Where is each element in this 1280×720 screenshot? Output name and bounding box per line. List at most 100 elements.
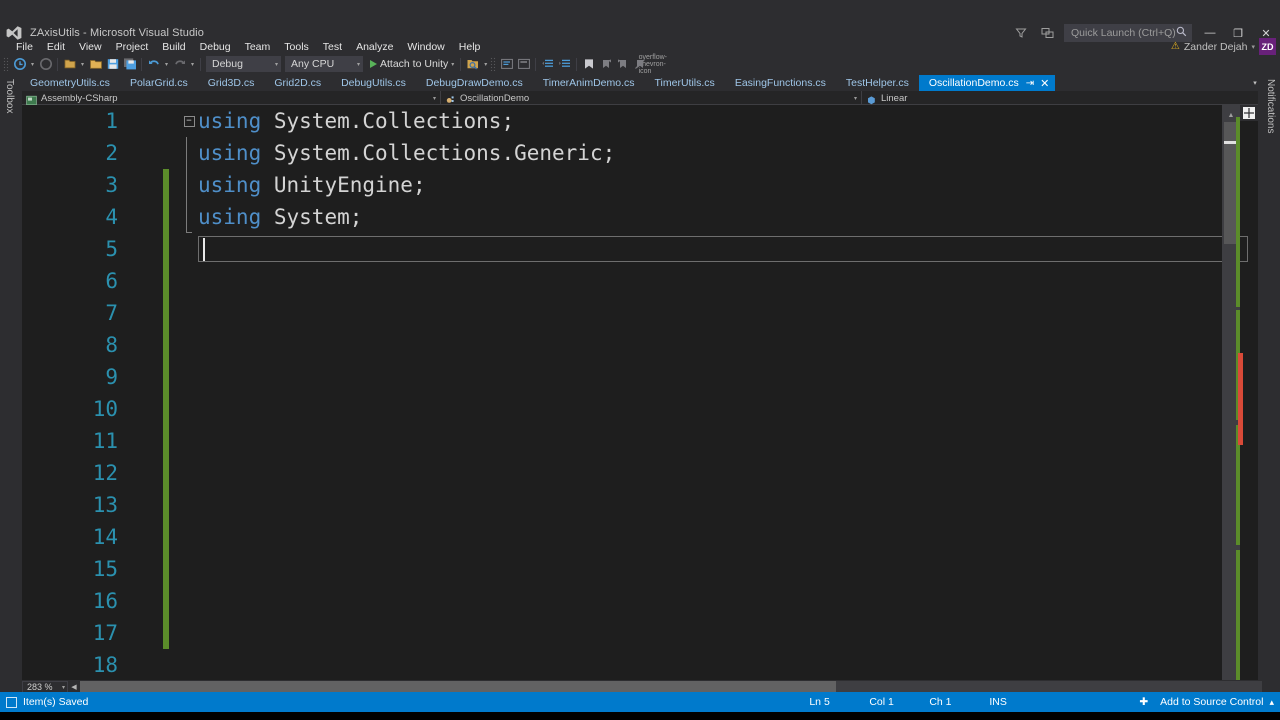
menu-item-file[interactable]: File (9, 40, 40, 54)
menu-item-team[interactable]: Team (238, 40, 278, 54)
code-text-area[interactable]: 1 − using System.Collections; 2 using Sy… (22, 105, 1248, 680)
increase-indent-icon[interactable] (556, 55, 573, 73)
tab-polargrid[interactable]: PolarGrid.cs (120, 75, 198, 91)
warning-triangle-icon[interactable]: ⚠ (1171, 41, 1180, 52)
start-debug-button[interactable]: Attach to Unity (380, 58, 448, 70)
prev-bookmark-icon[interactable] (597, 55, 614, 73)
namespace-token: System.Collections.Generic; (273, 141, 616, 165)
redo-icon[interactable] (171, 55, 188, 73)
tab-grid3d[interactable]: Grid3D.cs (198, 75, 265, 91)
toolbox-rail[interactable]: Toolbox (0, 73, 20, 685)
undo-icon[interactable] (145, 55, 162, 73)
account-name[interactable]: Zander Dejah (1184, 41, 1248, 53)
split-view-icon[interactable] (1240, 105, 1258, 121)
code-line[interactable]: 2 using System.Collections.Generic; (22, 137, 1222, 169)
code-line[interactable]: 7 (22, 297, 1222, 329)
menu-item-tools[interactable]: Tools (277, 40, 316, 54)
toolbar-grip[interactable] (3, 57, 9, 71)
navbar-type-dropdown[interactable]: OscillationDemo ▾ (441, 91, 861, 105)
add-to-source-control-button[interactable]: Add to Source Control (1154, 696, 1269, 708)
tab-timerutils[interactable]: TimerUtils.cs (645, 75, 725, 91)
code-line[interactable]: 15 (22, 553, 1222, 585)
code-line[interactable]: 8 (22, 329, 1222, 361)
next-bookmark-icon[interactable] (614, 55, 631, 73)
menu-item-analyze[interactable]: Analyze (349, 40, 400, 54)
editor-vertical-scrollbar[interactable]: ▲ (1222, 105, 1243, 680)
save-all-icon[interactable] (121, 55, 138, 73)
code-line-current[interactable]: 5 (22, 233, 1248, 265)
tab-debugutils[interactable]: DebugUtils.cs (331, 75, 416, 91)
avatar[interactable]: ZD (1259, 38, 1276, 55)
chevron-down-icon[interactable]: ▾ (1251, 43, 1255, 51)
notifications-rail[interactable]: Notifications (1262, 73, 1280, 685)
tab-timeranimdemo[interactable]: TimerAnimDemo.cs (533, 75, 645, 91)
close-tab-icon[interactable]: ✕ (1040, 77, 1049, 90)
code-line[interactable]: 18 (22, 649, 1222, 680)
code-line[interactable]: 10 (22, 393, 1222, 425)
play-icon[interactable] (370, 60, 377, 68)
namespace-token: UnityEngine; (273, 173, 426, 197)
decrease-indent-icon[interactable] (539, 55, 556, 73)
find-in-files-icon[interactable] (464, 55, 481, 73)
chevron-up-icon[interactable]: ▴ (1269, 697, 1280, 708)
menu-item-project[interactable]: Project (109, 40, 156, 54)
code-line[interactable]: 6 (22, 265, 1222, 297)
tab-grid2d[interactable]: Grid2D.cs (264, 75, 331, 91)
code-line[interactable]: 4 using System; (22, 201, 1222, 233)
tab-geometryutils[interactable]: GeometryUtils.cs (20, 75, 120, 91)
tab-oscillationdemo[interactable]: OscillationDemo.cs ⇥ ✕ (918, 75, 1056, 91)
menu-item-edit[interactable]: Edit (40, 40, 72, 54)
find-caret-icon[interactable]: ▾ (481, 61, 490, 68)
code-line[interactable]: 9 (22, 361, 1222, 393)
code-line[interactable]: 14 (22, 521, 1222, 553)
menu-item-debug[interactable]: Debug (193, 40, 238, 54)
start-debug-caret-icon[interactable]: ▾ (448, 61, 457, 68)
overflow-chevron-icon[interactable]: overflow-chevron-icon (639, 54, 667, 75)
code-line[interactable]: 3 using UnityEngine; (22, 169, 1222, 201)
line-number: 10 (92, 397, 118, 421)
source-control-icon[interactable]: ✚ (1133, 696, 1154, 708)
redo-caret-icon[interactable]: ▾ (188, 61, 197, 68)
bookmark-icon[interactable] (580, 55, 597, 73)
save-icon[interactable] (104, 55, 121, 73)
open-file-icon[interactable] (87, 55, 104, 73)
solution-platform-combo[interactable]: Any CPU ▾ (285, 56, 363, 72)
menu-item-test[interactable]: Test (316, 40, 349, 54)
code-line[interactable]: 16 (22, 585, 1222, 617)
document-tab-strip: GeometryUtils.cs PolarGrid.cs Grid3D.cs … (20, 75, 1262, 91)
code-line[interactable]: 13 (22, 489, 1222, 521)
new-project-icon[interactable] (61, 55, 78, 73)
tab-easingfunctions[interactable]: EasingFunctions.cs (725, 75, 836, 91)
change-indicator (163, 585, 169, 617)
navbar-project-dropdown[interactable]: Assembly-CSharp ▾ (22, 91, 440, 105)
notifications-label[interactable]: Notifications (1265, 79, 1276, 133)
solution-configuration-combo[interactable]: Debug ▾ (206, 56, 281, 72)
toolbox-label[interactable]: Toolbox (4, 79, 15, 113)
menu-item-build[interactable]: Build (155, 40, 192, 54)
clear-bookmarks-icon[interactable] (631, 55, 648, 73)
code-line[interactable]: 17 (22, 617, 1222, 649)
tab-testhelper[interactable]: TestHelper.cs (836, 75, 919, 91)
code-line[interactable]: 11 (22, 425, 1222, 457)
menu-item-view[interactable]: View (72, 40, 109, 54)
pin-tab-icon[interactable]: ⇥ (1026, 78, 1034, 89)
menu-item-help[interactable]: Help (452, 40, 488, 54)
navigate-backward-icon[interactable] (11, 55, 28, 73)
fold-toggle[interactable]: − (181, 105, 197, 137)
uncomment-icon[interactable] (515, 55, 532, 73)
code-line[interactable]: 1 − using System.Collections; (22, 105, 1222, 137)
tab-debugdrawdemo[interactable]: DebugDrawDemo.cs (416, 75, 533, 91)
code-text: using UnityEngine; (198, 169, 426, 201)
new-project-caret-icon[interactable]: ▾ (78, 61, 87, 68)
undo-caret-icon[interactable]: ▾ (162, 61, 171, 68)
code-editor[interactable]: 1 − using System.Collections; 2 using Sy… (22, 105, 1258, 680)
comment-icon[interactable] (498, 55, 515, 73)
toolbar-grip-2[interactable] (490, 57, 497, 71)
navigate-forward-icon[interactable] (37, 55, 54, 73)
code-line[interactable]: 12 (22, 457, 1222, 489)
menu-item-window[interactable]: Window (400, 40, 451, 54)
navbar-member-dropdown[interactable]: Linear (862, 91, 1258, 105)
tab-overflow-chevron-icon[interactable]: ▾ (1248, 75, 1262, 91)
back-dropdown-caret-icon[interactable]: ▾ (28, 61, 37, 68)
